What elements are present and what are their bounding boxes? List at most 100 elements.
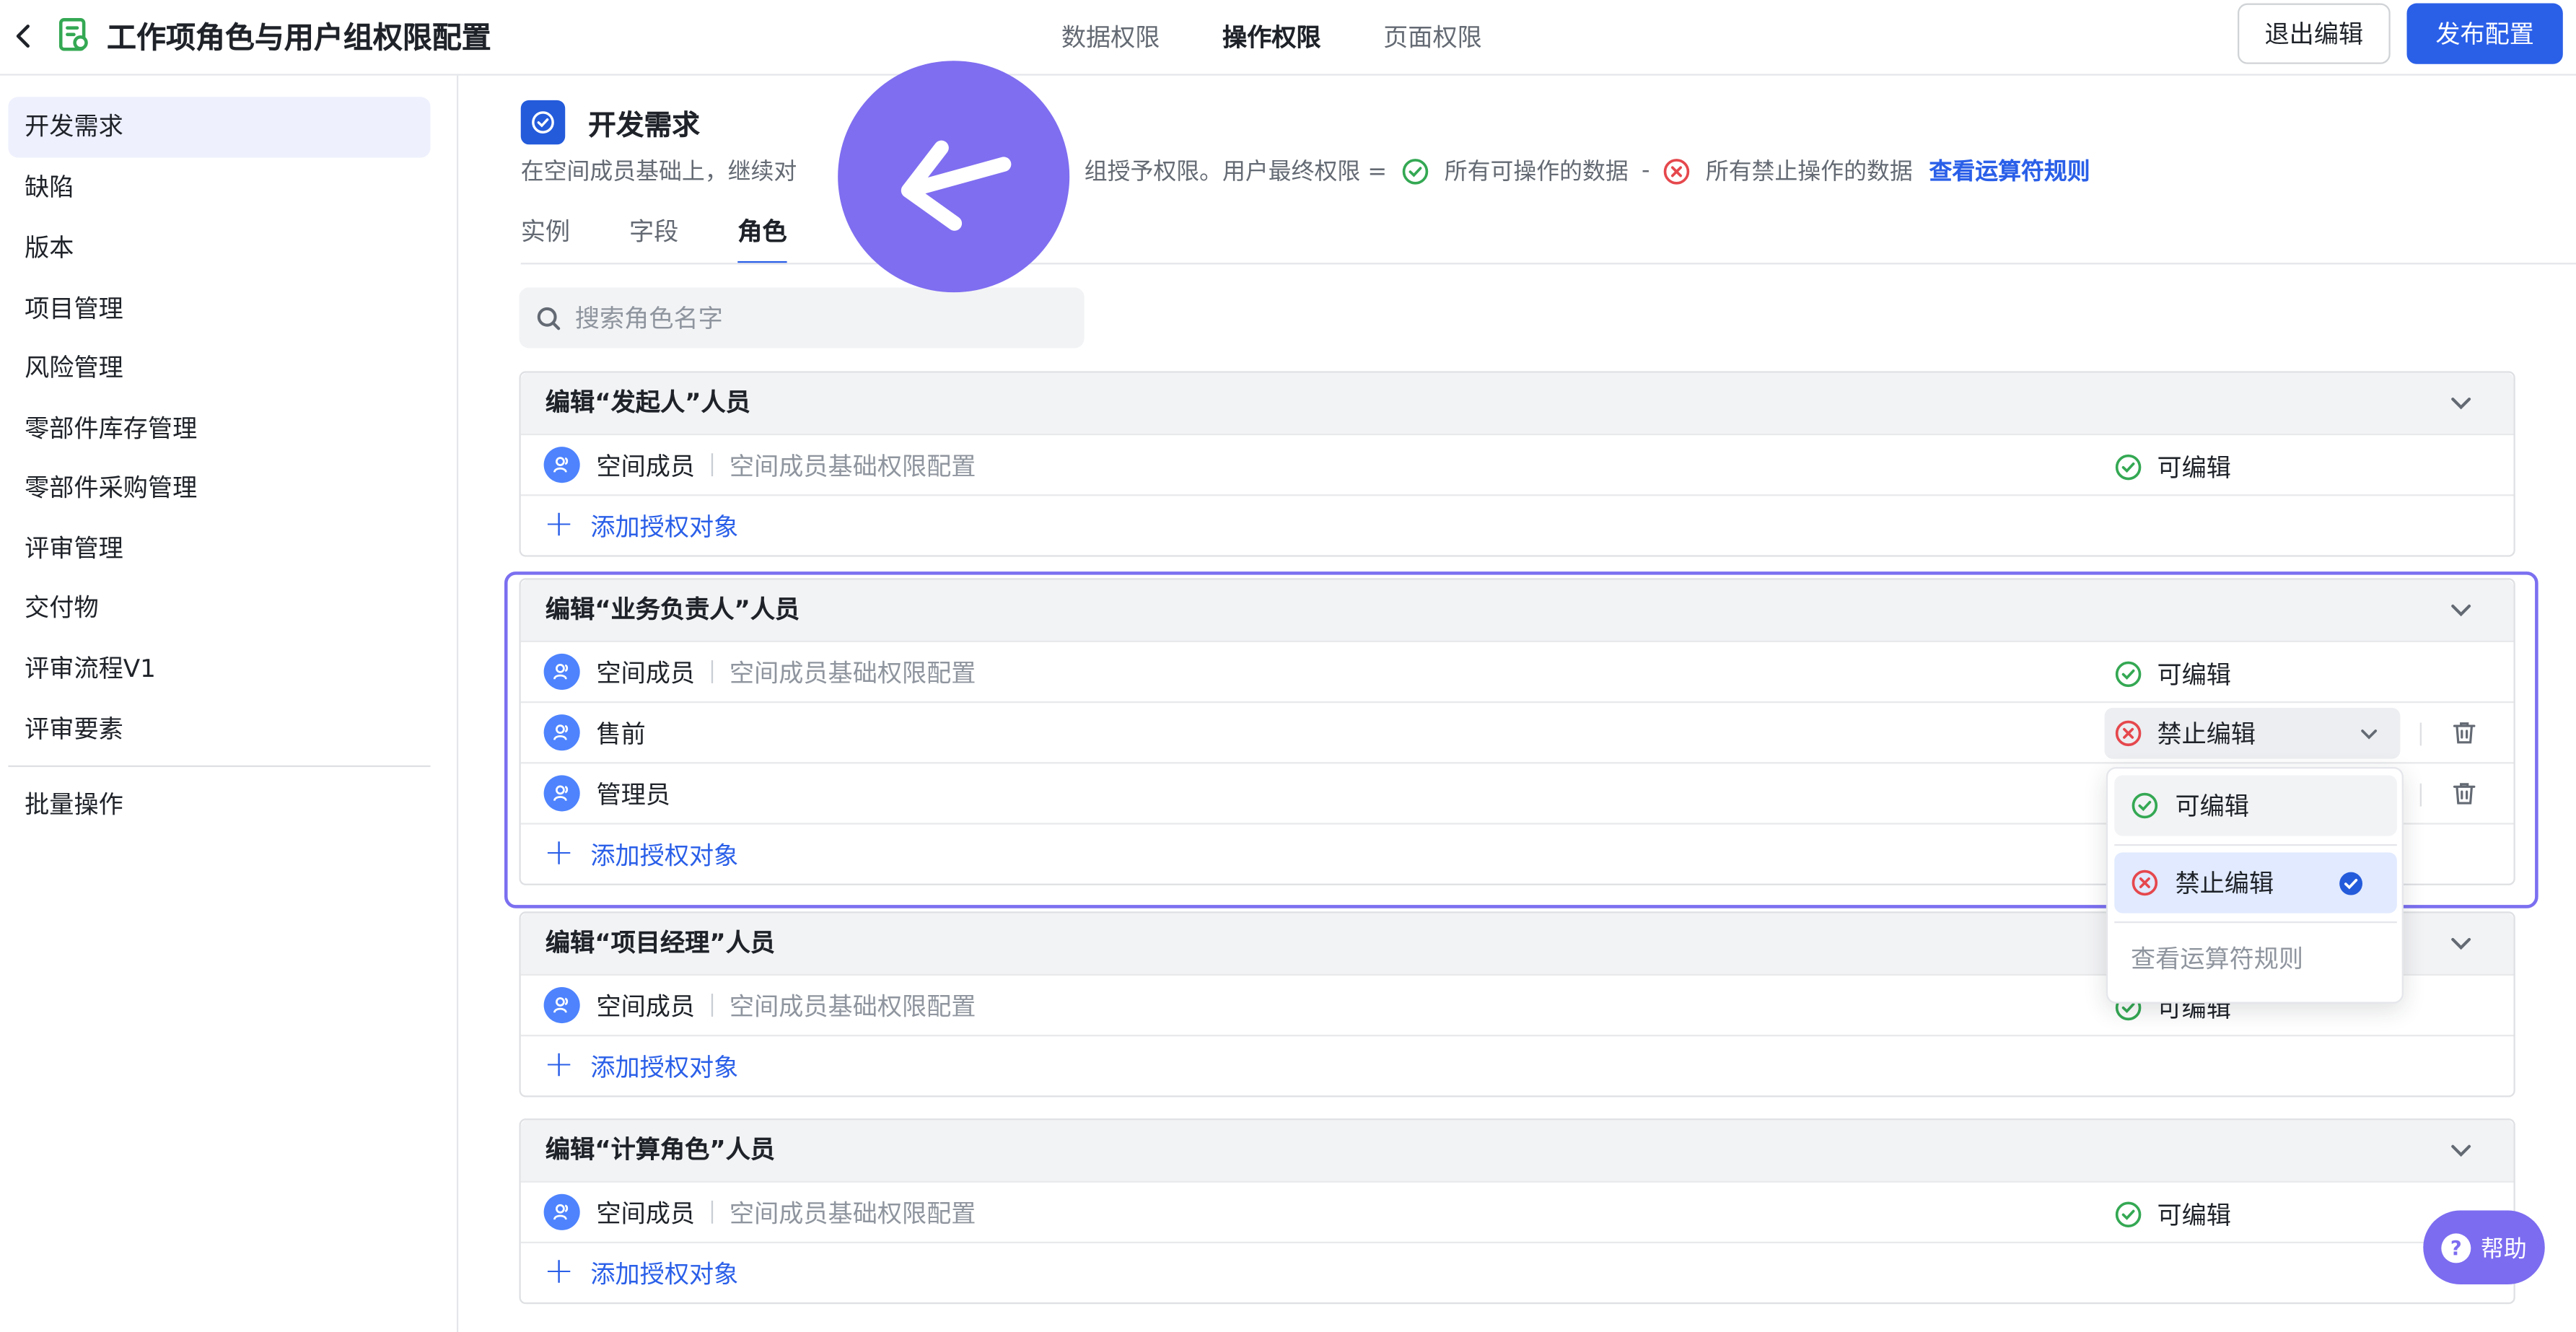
sidebar-item-review-elements[interactable]: 评审要素 [8, 700, 430, 761]
allow-check-icon [2115, 454, 2142, 481]
allow-check-icon [2115, 1201, 2142, 1228]
member-desc: 空间成员基础权限配置 [729, 1198, 976, 1228]
desc-text-2: 组授予权限。用户最终权限 = [1084, 159, 1388, 186]
permission-status: 可编辑 [2114, 450, 2231, 485]
tab-role[interactable]: 角色 [737, 214, 787, 265]
sidebar-item-defect[interactable]: 缺陷 [8, 158, 430, 219]
tab-operation-permission[interactable]: 操作权限 [1222, 19, 1321, 54]
plus-icon: + [543, 1251, 574, 1293]
desc-text-1: 在空间成员基础上，继续对 [520, 159, 797, 186]
member-row: 空间成员 空间成员基础权限配置 可编辑 [520, 433, 2514, 494]
top-bar: 工作项角色与用户组权限配置 数据权限 操作权限 页面权限 退出编辑 发布配置 [0, 0, 2576, 76]
view-operator-rules-link[interactable]: 查看运算符规则 [1929, 154, 2090, 188]
member-label: 空间成员 [596, 450, 696, 481]
card-title: 编辑“业务负责人”人员 [520, 579, 2514, 641]
card-title: 编辑“发起人”人员 [520, 372, 2514, 434]
sidebar-item-review-flow-v1[interactable]: 评审流程V1 [8, 639, 430, 699]
member-label: 空间成员 [596, 657, 696, 688]
deny-x-icon [2115, 720, 2142, 747]
row-label: 售前 [596, 718, 646, 748]
member-desc: 空间成员基础权限配置 [729, 991, 976, 1021]
chevron-down-icon[interactable] [2448, 596, 2474, 622]
chevron-down-icon[interactable] [2448, 929, 2474, 955]
desc-allow: 所有可操作的数据 [1444, 159, 1629, 186]
presales-row: 售前 禁止编辑 [520, 701, 2514, 762]
member-row: 空间成员 空间成员基础权限配置 可编辑 [520, 640, 2514, 701]
add-authorization-button[interactable]: + 添加授权对象 [520, 494, 2514, 555]
desc-minus: - [1641, 157, 1650, 184]
permission-description: 在空间成员基础上，继续对 组授予权限。用户最终权限 = 所有可操作的数据 - 所… [521, 154, 2090, 188]
publish-config-button[interactable]: 发布配置 [2406, 3, 2563, 64]
chevron-left-icon[interactable] [13, 19, 36, 53]
role-card-computed-role: 编辑“计算角色”人员 空间成员 空间成员基础权限配置 可编辑 + 添加授权对象 [519, 1118, 2515, 1305]
chevron-down-icon[interactable] [2448, 389, 2474, 415]
sidebar-item-parts-purchase[interactable]: 零部件采购管理 [8, 458, 430, 519]
add-authorization-button[interactable]: + 添加授权对象 [520, 1035, 2514, 1095]
view-operator-rules-link[interactable]: 查看运算符规则 [2131, 941, 2303, 976]
user-group-icon [543, 986, 580, 1024]
main-content: 开发需求 在空间成员基础上，继续对 组授予权限。用户最终权限 = 所有可操作的数… [460, 76, 2576, 1332]
plus-icon: + [543, 1044, 574, 1086]
trash-icon[interactable] [2451, 780, 2477, 806]
permission-status: 可编辑 [2114, 1197, 2231, 1232]
plus-icon: + [543, 833, 574, 874]
exit-edit-button[interactable]: 退出编辑 [2238, 3, 2391, 64]
question-icon: ? [2441, 1232, 2471, 1263]
arrow-left-icon [838, 61, 1070, 293]
deny-x-icon [1663, 157, 1691, 185]
tab-data-permission[interactable]: 数据权限 [1061, 19, 1160, 54]
role-search[interactable] [519, 287, 1085, 349]
add-authorization-button[interactable]: + 添加授权对象 [520, 1241, 2514, 1302]
member-desc: 空间成员基础权限配置 [729, 657, 976, 688]
tab-instance[interactable]: 实例 [521, 214, 570, 265]
sidebar-item-review-management[interactable]: 评审管理 [8, 519, 430, 579]
sidebar-item-deliverable[interactable]: 交付物 [8, 578, 430, 639]
member-label: 空间成员 [596, 1198, 696, 1228]
selected-check-icon [2339, 872, 2363, 895]
help-button[interactable]: ? 帮助 [2423, 1210, 2545, 1284]
tab-page-permission[interactable]: 页面权限 [1383, 19, 1482, 54]
sidebar-divider [8, 765, 431, 767]
member-row: 空间成员 空间成员基础权限配置 可编辑 [520, 1180, 2514, 1242]
chevron-down-icon [2361, 729, 2378, 740]
permission-status: 可编辑 [2114, 657, 2231, 691]
option-editable[interactable]: 可编辑 [2114, 775, 2397, 836]
sidebar-item-dev-requirement[interactable]: 开发需求 [8, 97, 431, 158]
option-no-edit[interactable]: 禁止编辑 [2114, 852, 2397, 913]
desc-deny: 所有禁止操作的数据 [1705, 159, 1913, 186]
permission-dropdown: 可编辑 禁止编辑 查看运算符规则 [2106, 766, 2404, 1004]
trash-icon[interactable] [2451, 719, 2477, 745]
sidebar-item-parts-inventory[interactable]: 零部件库存管理 [8, 399, 430, 460]
tab-field[interactable]: 字段 [629, 214, 678, 265]
allow-check-icon [2115, 661, 2142, 688]
chevron-down-icon[interactable] [2448, 1136, 2474, 1162]
user-group-icon [543, 1193, 580, 1230]
user-group-icon [543, 714, 580, 751]
tab-divider [520, 263, 2576, 265]
user-group-icon [543, 775, 580, 812]
user-group-icon [543, 447, 580, 483]
sidebar: 开发需求 缺陷 版本 项目管理 风险管理 零部件库存管理 零部件采购管理 评审管… [0, 75, 459, 1332]
deny-x-icon [2132, 869, 2158, 896]
allow-check-icon [2132, 792, 2158, 819]
card-title: 编辑“计算角色”人员 [520, 1120, 2514, 1181]
sidebar-item-version[interactable]: 版本 [8, 219, 430, 279]
sidebar-item-batch-operation[interactable]: 批量操作 [8, 775, 430, 836]
top-tabs: 数据权限 操作权限 页面权限 [1061, 19, 1482, 54]
check-circle-icon [520, 100, 566, 145]
allow-check-icon [1402, 157, 1430, 185]
role-card-initiator: 编辑“发起人”人员 空间成员 空间成员基础权限配置 可编辑 + 添加授权对象 [519, 371, 2515, 557]
search-icon [537, 306, 561, 330]
document-settings-icon [58, 17, 91, 53]
member-label: 空间成员 [596, 991, 696, 1021]
row-label: 管理员 [596, 779, 670, 810]
sidebar-item-project-management[interactable]: 项目管理 [8, 279, 430, 340]
section-title: 开发需求 [588, 110, 700, 144]
sub-tabs: 实例 字段 角色 [521, 214, 787, 265]
page-title: 工作项角色与用户组权限配置 [106, 21, 491, 56]
plus-icon: + [543, 504, 574, 545]
member-desc: 空间成员基础权限配置 [729, 450, 976, 481]
permission-select[interactable]: 禁止编辑 [2104, 708, 2401, 759]
search-input[interactable] [574, 302, 1052, 333]
sidebar-item-risk-management[interactable]: 风险管理 [8, 338, 430, 399]
